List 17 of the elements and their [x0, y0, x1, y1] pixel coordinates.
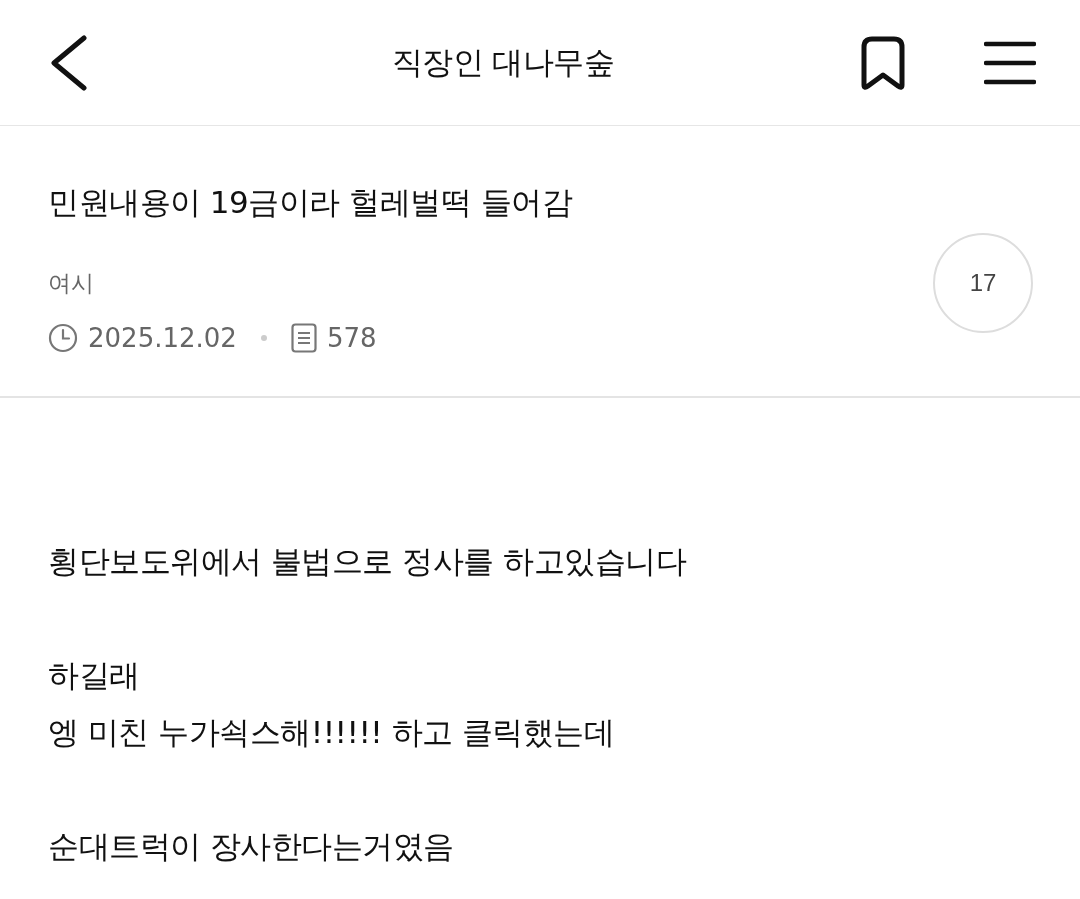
view-count: 578 — [326, 322, 377, 353]
clock-icon — [48, 322, 78, 353]
board-title: 직장인 대나무숲 — [390, 42, 616, 82]
menu-button[interactable] — [984, 39, 1036, 86]
menu-icon — [984, 39, 1036, 86]
body-text: 횡단보도위에서 불법으로 정사를 하고있습니다 — [48, 542, 688, 581]
back-icon — [48, 34, 88, 91]
back-button[interactable] — [48, 34, 88, 91]
document-icon — [290, 322, 317, 353]
body-text: 엥 미친 누가쇡스해!!!!!! 하고 클릭했는데 — [48, 713, 616, 752]
separator-dot — [260, 334, 267, 341]
comment-count-button[interactable]: 17 — [933, 233, 1033, 333]
post-date: 2025.12.02 — [88, 322, 237, 353]
post-title: 민원내용이 19금이라 헐레벌떡 들어감 — [48, 182, 574, 222]
body-text: 순대트럭이 장사한다는거였음 — [48, 827, 455, 866]
body-text: 하길래 — [48, 656, 141, 695]
author-name: 여시 — [48, 268, 95, 298]
